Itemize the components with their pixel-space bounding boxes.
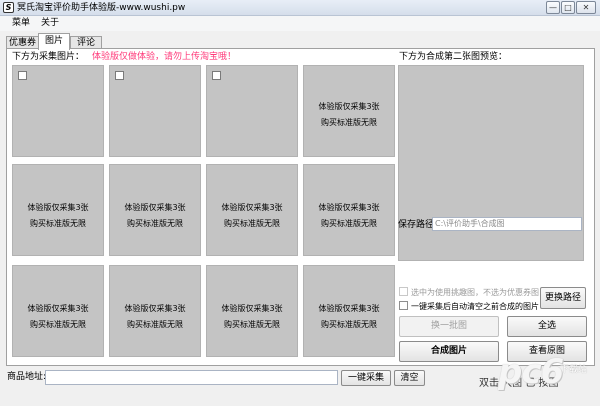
image-tile-9[interactable]: 体验版仅采集3张 购买标准版无限 — [12, 265, 104, 357]
tile-upgrade-text: 购买标准版无限 — [224, 219, 280, 228]
image-tile-12[interactable]: 体验版仅采集3张 购买标准版无限 — [303, 265, 395, 357]
option-use-fun-image[interactable]: 选中为使用挑趣图，不选为优惠券图 — [399, 287, 539, 298]
tile-limit-text: 体验版仅采集3张 — [124, 304, 186, 313]
compose-images-button[interactable]: 合成图片 — [399, 341, 499, 362]
swap-images-button[interactable]: 换一批图 — [399, 316, 499, 337]
image-tile-5[interactable]: 体验版仅采集3张 购买标准版无限 — [12, 164, 104, 256]
tile-limit-text: 体验版仅采集3张 — [221, 304, 283, 313]
tile-upgrade-text: 购买标准版无限 — [321, 219, 377, 228]
option-auto-clear[interactable]: 一键采集后自动清空之前合成的图片 — [399, 301, 539, 312]
tile-limit-text: 体验版仅采集3张 — [124, 203, 186, 212]
site-watermark-text: 下载站 — [560, 365, 588, 375]
window-title: 冥氏淘宝评价助手体验版-www.wushi.pw — [17, 3, 186, 13]
collect-button[interactable]: 一键采集 — [341, 370, 391, 386]
tile-upgrade-text: 购买标准版无限 — [127, 320, 183, 329]
tile-upgrade-text: 购买标准版无限 — [30, 219, 86, 228]
tile-upgrade-text: 购买标准版无限 — [224, 320, 280, 329]
image-tile-2[interactable] — [109, 65, 201, 157]
minimize-button[interactable]: — — [546, 1, 560, 14]
menu-item-about[interactable]: 关于 — [41, 17, 59, 30]
tile-checkbox[interactable] — [212, 71, 221, 80]
image-tile-8[interactable]: 体验版仅采集3张 购买标准版无限 — [303, 164, 395, 256]
image-tile-1[interactable] — [12, 65, 104, 157]
image-tile-6[interactable]: 体验版仅采集3张 购买标准版无限 — [109, 164, 201, 256]
trial-warning: 体验版仅做体验，请勿上传淘宝哦！ — [92, 52, 237, 62]
fun-image-label: 选中为使用挑趣图，不选为优惠券图 — [411, 288, 539, 297]
tile-limit-text: 体验版仅采集3张 — [318, 304, 380, 313]
tab-images[interactable]: 图片 — [38, 33, 70, 50]
composite-preview — [398, 65, 584, 261]
save-path-input[interactable]: C:\评价助手\合成图 — [432, 217, 582, 231]
image-tile-7[interactable]: 体验版仅采集3张 购买标准版无限 — [206, 164, 298, 256]
product-url-label: 商品地址: — [7, 372, 47, 382]
auto-clear-label: 一键采集后自动清空之前合成的图片 — [411, 302, 539, 311]
menu-bar: 菜单 关于 — [0, 16, 600, 31]
tile-upgrade-text: 购买标准版无限 — [321, 320, 377, 329]
maximize-button[interactable]: □ — [561, 1, 575, 14]
tile-upgrade-text: 购买标准版无限 — [127, 219, 183, 228]
fun-image-checkbox[interactable] — [399, 287, 408, 296]
tile-upgrade-text: 购买标准版无限 — [321, 118, 377, 127]
auto-clear-checkbox[interactable] — [399, 301, 408, 310]
collect-label: 下方为采集图片： — [12, 52, 85, 62]
change-path-button[interactable]: 更换路径 — [540, 287, 586, 309]
image-tile-11[interactable]: 体验版仅采集3张 购买标准版无限 — [206, 265, 298, 357]
tile-checkbox[interactable] — [18, 71, 27, 80]
select-all-button[interactable]: 全选 — [507, 316, 587, 337]
tile-limit-text: 体验版仅采集3张 — [27, 203, 89, 212]
window-controls: — □ ✕ — [545, 1, 596, 14]
close-button[interactable]: ✕ — [576, 1, 596, 14]
tile-checkbox[interactable] — [115, 71, 124, 80]
site-watermark-logo: pc6 — [498, 352, 564, 392]
image-tile-10[interactable]: 体验版仅采集3张 购买标准版无限 — [109, 265, 201, 357]
image-tile-4[interactable]: 体验版仅采集3张 购买标准版无限 — [303, 65, 395, 157]
preview-label: 下方为合成第二张图预览： — [399, 52, 508, 62]
title-bar: S 冥氏淘宝评价助手体验版-www.wushi.pw — □ ✕ — [0, 0, 600, 16]
tile-limit-text: 体验版仅采集3张 — [221, 203, 283, 212]
tile-upgrade-text: 购买标准版无限 — [30, 320, 86, 329]
app-icon: S — [3, 2, 14, 13]
tile-limit-text: 体验版仅采集3张 — [318, 102, 380, 111]
clear-button[interactable]: 清空 — [394, 370, 425, 386]
product-url-input[interactable] — [45, 370, 338, 385]
tile-limit-text: 体验版仅采集3张 — [318, 203, 380, 212]
tile-limit-text: 体验版仅采集3张 — [27, 304, 89, 313]
image-tile-3[interactable] — [206, 65, 298, 157]
menu-item-menu[interactable]: 菜单 — [12, 17, 30, 30]
